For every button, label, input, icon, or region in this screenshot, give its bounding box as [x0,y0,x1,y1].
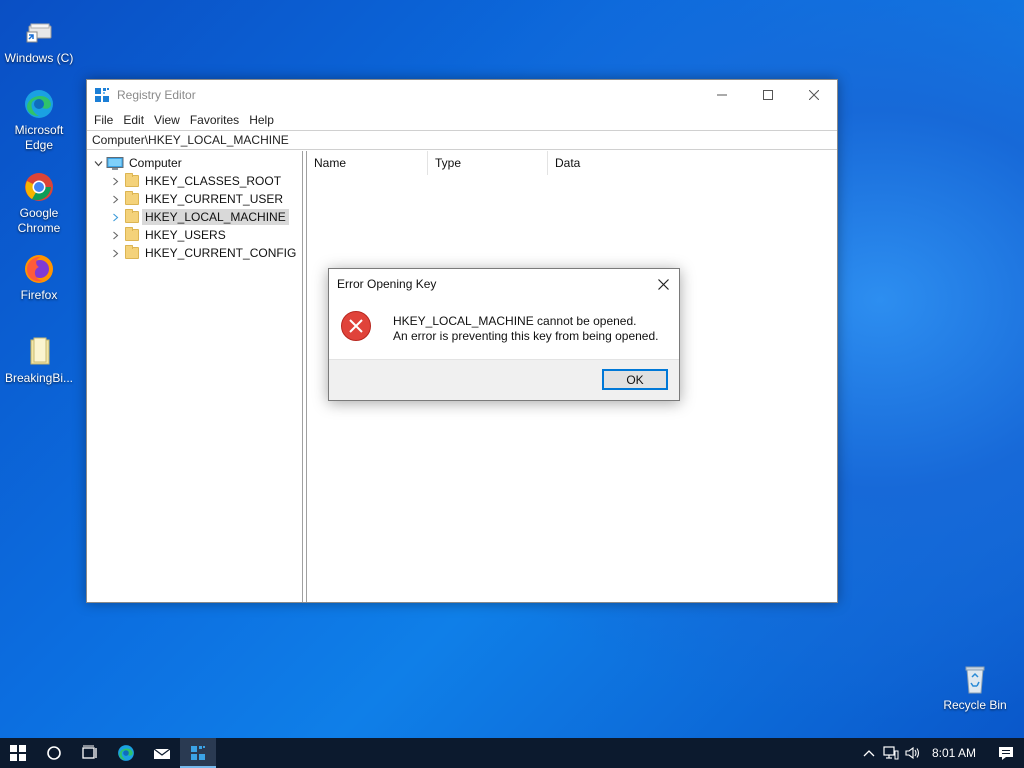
taskbar-edge-button[interactable] [108,738,144,768]
file-icon [23,336,55,368]
chevron-right-icon[interactable] [109,213,121,222]
notification-icon [999,746,1013,760]
tree-item-computer[interactable]: Computer [87,154,302,172]
menu-bar: File Edit View Favorites Help [87,110,837,130]
menu-help[interactable]: Help [248,113,280,127]
taskbar-registry-editor-button[interactable] [180,738,216,768]
dialog-footer: OK [329,359,679,400]
search-icon [47,746,61,760]
tree-item-label: Computer [129,156,182,170]
tree-item-hkey-users[interactable]: HKEY_USERS [87,226,302,244]
chrome-icon [23,171,55,203]
column-headers: Name Type Data [307,151,837,175]
folder-icon [125,173,139,187]
chevron-right-icon[interactable] [109,231,121,240]
network-button[interactable] [880,746,902,760]
folder-icon [125,209,139,223]
start-button[interactable] [0,738,36,768]
window-title: Registry Editor [117,88,196,102]
error-icon [341,311,371,341]
chevron-up-icon [863,750,875,757]
column-header-name[interactable]: Name [307,151,428,175]
tree-item-hkey-current-config[interactable]: HKEY_CURRENT_CONFIG [87,244,302,262]
tree-item-label-selected: HKEY_LOCAL_MACHINE [142,209,289,225]
task-view-button[interactable] [72,738,108,768]
minimize-icon [717,94,727,96]
edge-icon [118,745,134,761]
desktop-icon-label: BreakingBi... [4,371,74,385]
desktop-icon-breakingbi[interactable]: BreakingBi... [1,336,77,386]
desktop-icon-label: Firefox [20,288,58,302]
volume-button[interactable] [902,746,924,760]
chevron-right-icon[interactable] [109,195,121,204]
column-header-data[interactable]: Data [548,151,668,175]
tree-item-hkey-local-machine[interactable]: HKEY_LOCAL_MACHINE [87,208,302,226]
dialog-message-line-1: HKEY_LOCAL_MACHINE cannot be opened. [393,314,637,328]
desktop-icon-label: Windows (C) [4,51,74,65]
clock[interactable]: 8:01 AM [924,746,988,760]
tree-item-hkey-classes-root[interactable]: HKEY_CLASSES_ROOT [87,172,302,190]
address-path: Computer\HKEY_LOCAL_MACHINE [92,133,289,147]
close-button[interactable] [791,80,837,110]
dialog-message-line-2: An error is preventing this key from bei… [393,329,659,343]
task-view-icon [82,745,97,759]
system-tray: 8:01 AM [858,738,1024,768]
start-icon [10,745,26,761]
action-center-button[interactable] [988,746,1024,761]
dialog-title-bar[interactable]: Error Opening Key [329,269,679,299]
menu-favorites[interactable]: Favorites [189,113,245,127]
dialog-close-button[interactable] [655,276,671,292]
desktop-icon-label: Google Chrome [17,206,61,235]
recycle-bin-icon [959,663,991,695]
show-hidden-icons-button[interactable] [858,749,880,757]
taskbar-mail-button[interactable] [144,738,180,768]
desktop-icon-windows-c[interactable]: Windows (C) [1,16,77,66]
chevron-down-icon[interactable] [92,159,104,168]
tree-item-label: HKEY_CURRENT_USER [145,192,284,206]
folder-icon [125,245,139,259]
drive-icon [23,16,55,48]
close-icon [809,90,819,100]
registry-editor-icon [94,87,110,103]
chevron-right-icon[interactable] [109,249,121,258]
ok-button[interactable]: OK [602,369,668,390]
network-icon [883,746,899,760]
tree-item-hkey-current-user[interactable]: HKEY_CURRENT_USER [87,190,302,208]
menu-view[interactable]: View [153,113,186,127]
menu-edit[interactable]: Edit [122,113,150,127]
speaker-icon [905,746,920,760]
folder-icon [125,227,139,241]
title-bar[interactable]: Registry Editor [87,80,837,110]
tree-item-label: HKEY_USERS [145,228,226,242]
desktop-icon-microsoft-edge[interactable]: Microsoft Edge [1,88,77,153]
address-bar[interactable]: Computer\HKEY_LOCAL_MACHINE [87,130,837,150]
desktop-icon-label: Microsoft Edge [14,123,64,152]
search-button[interactable] [36,738,72,768]
chevron-right-icon[interactable] [109,177,121,186]
desktop-icon-firefox[interactable]: Firefox [1,253,77,303]
tree-item-label: HKEY_CURRENT_CONFIG [145,246,297,260]
maximize-button[interactable] [745,80,791,110]
folder-icon [125,191,139,205]
registry-editor-icon [191,746,205,760]
edge-icon [23,88,55,120]
minimize-button[interactable] [699,80,745,110]
tree-pane[interactable]: Computer HKEY_CLASSES_ROOT HKEY_CURRENT_… [87,151,303,602]
tree-item-label: HKEY_CLASSES_ROOT [145,174,282,188]
computer-icon [106,156,124,170]
desktop-icon-recycle-bin[interactable]: Recycle Bin [937,663,1013,713]
column-header-type[interactable]: Type [428,151,548,175]
firefox-icon [23,253,55,285]
maximize-icon [763,90,773,100]
taskbar: 8:01 AM [0,738,1024,768]
desktop-icon-label: Recycle Bin [943,698,1007,712]
dialog-title: Error Opening Key [337,277,437,291]
menu-file[interactable]: File [93,113,119,127]
mail-icon [153,748,171,759]
error-dialog[interactable]: Error Opening Key HKEY_LOCAL_MACHINE can… [328,268,680,401]
close-icon [657,278,669,290]
desktop-icon-google-chrome[interactable]: Google Chrome [1,171,77,236]
